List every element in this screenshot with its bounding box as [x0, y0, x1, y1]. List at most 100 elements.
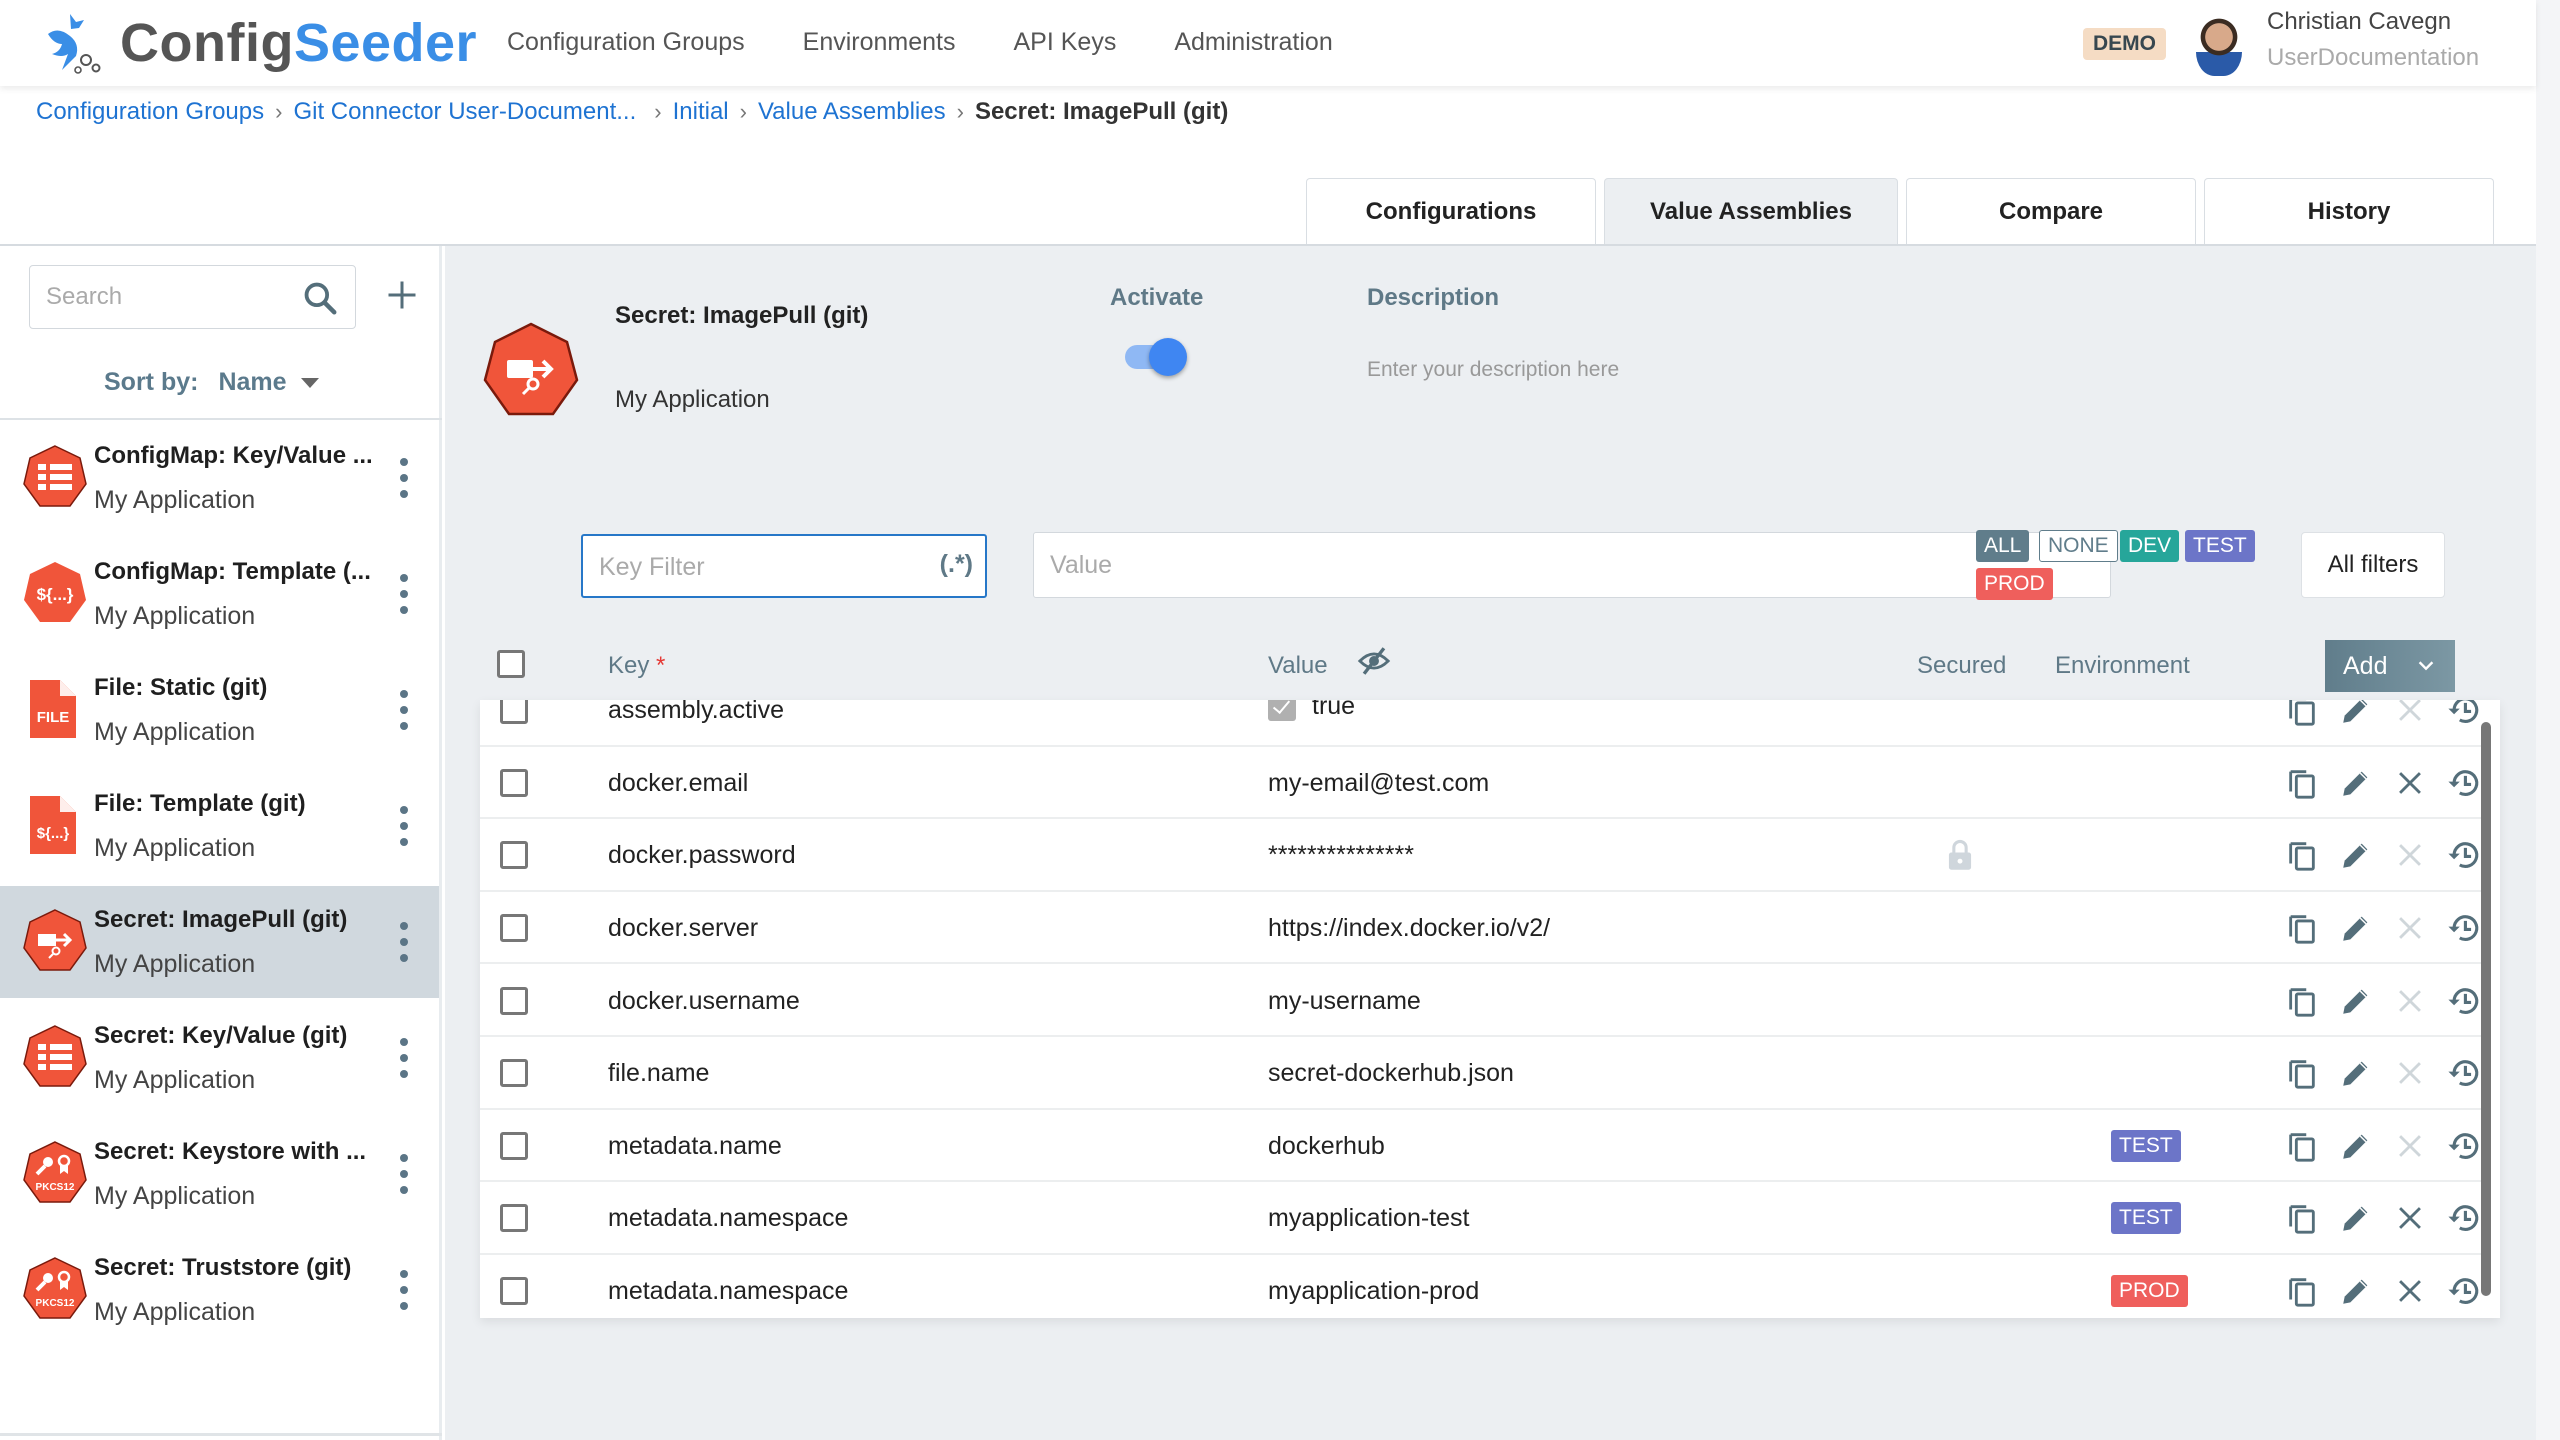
history-icon[interactable]	[2447, 838, 2481, 872]
activate-toggle[interactable]	[1125, 338, 1187, 376]
edit-icon[interactable]	[2339, 911, 2373, 945]
sidebar-item[interactable]: ${...} ConfigMap: Template (... My Applica…	[0, 538, 439, 650]
env-chip-none[interactable]: NONE	[2039, 530, 2118, 562]
table-row[interactable]: docker.password ***************	[480, 819, 2490, 892]
more-options-icon[interactable]	[396, 1038, 412, 1078]
eye-off-icon[interactable]	[1357, 644, 1391, 678]
table-row[interactable]: metadata.namespace myapplication-test TEST	[480, 1182, 2490, 1255]
edit-icon[interactable]	[2339, 766, 2373, 800]
sidebar-item[interactable]: PKCS12 Secret: Keystore with ... My Applic…	[0, 1118, 439, 1230]
chevron-down-icon[interactable]	[2415, 654, 2437, 676]
row-checkbox[interactable]	[500, 700, 528, 725]
tab-value-assemblies[interactable]: Value Assemblies	[1604, 178, 1898, 244]
history-icon[interactable]	[2447, 1056, 2481, 1090]
edit-icon[interactable]	[2339, 838, 2373, 872]
more-options-icon[interactable]	[396, 806, 412, 846]
row-checkbox[interactable]	[500, 768, 528, 797]
env-chip-prod[interactable]: PROD	[1976, 568, 2053, 600]
history-icon[interactable]	[2447, 1129, 2481, 1163]
logo[interactable]: ConfigSeeder	[40, 10, 477, 76]
delete-icon[interactable]	[2393, 1201, 2427, 1235]
column-header-value[interactable]: Value	[1268, 652, 1328, 680]
regex-toggle-button[interactable]: (.*)	[940, 550, 973, 579]
avatar[interactable]	[2196, 16, 2242, 76]
table-row[interactable]: docker.email my-email@test.com	[480, 747, 2490, 820]
add-button[interactable]: Add	[2325, 640, 2455, 692]
tab-configurations[interactable]: Configurations	[1306, 178, 1596, 244]
env-chip-all[interactable]: ALL	[1976, 530, 2030, 562]
table-row[interactable]: file.name secret-dockerhub.json	[480, 1037, 2490, 1110]
copy-icon[interactable]	[2285, 1274, 2319, 1308]
caret-down-icon[interactable]	[300, 377, 319, 388]
edit-icon[interactable]	[2339, 984, 2373, 1018]
row-checkbox[interactable]	[500, 1131, 528, 1160]
more-options-icon[interactable]	[396, 1270, 412, 1310]
user-name[interactable]: Christian Cavegn	[2267, 8, 2451, 36]
search-icon[interactable]	[301, 279, 339, 317]
nav-environments[interactable]: Environments	[803, 28, 956, 57]
copy-icon[interactable]	[2285, 1129, 2319, 1163]
table-row[interactable]: metadata.name dockerhub TEST	[480, 1110, 2490, 1183]
sidebar-item[interactable]: Secret: ImagePull (git) My Application	[0, 886, 439, 998]
table-row[interactable]: docker.username my-username	[480, 964, 2490, 1037]
history-icon[interactable]	[2447, 766, 2481, 800]
nav-api-keys[interactable]: API Keys	[1014, 28, 1117, 57]
copy-icon[interactable]	[2285, 766, 2319, 800]
edit-icon[interactable]	[2339, 1129, 2373, 1163]
search-input[interactable]	[46, 280, 286, 314]
more-options-icon[interactable]	[396, 1154, 412, 1194]
row-checkbox[interactable]	[500, 1059, 528, 1088]
history-icon[interactable]	[2447, 1201, 2481, 1235]
table-scrollbar[interactable]	[2481, 722, 2491, 1296]
edit-icon[interactable]	[2339, 1201, 2373, 1235]
boolean-checkbox[interactable]	[1268, 700, 1296, 721]
nav-administration[interactable]: Administration	[1174, 28, 1332, 57]
sidebar-item[interactable]: FILE File: Static (git) My Application	[0, 654, 439, 766]
tab-history[interactable]: History	[2204, 178, 2494, 244]
sort-value[interactable]: Name	[218, 368, 286, 397]
delete-icon[interactable]	[2393, 766, 2427, 800]
copy-icon[interactable]	[2285, 984, 2319, 1018]
copy-icon[interactable]	[2285, 1056, 2319, 1090]
sidebar-item[interactable]: Secret: Key/Value (git) My Application	[0, 1002, 439, 1114]
add-icon[interactable]	[384, 277, 420, 313]
row-checkbox[interactable]	[500, 841, 528, 870]
sort-control[interactable]: Sort by: Name	[104, 368, 319, 397]
breadcrumb-configuration-groups[interactable]: Configuration Groups	[36, 98, 264, 126]
table-row[interactable]: docker.server https://index.docker.io/v2/	[480, 892, 2490, 965]
row-checkbox[interactable]	[500, 986, 528, 1015]
env-chip-dev[interactable]: DEV	[2120, 530, 2180, 562]
breadcrumb-group[interactable]: Git Connector User-Document...	[293, 98, 636, 126]
sidebar-item[interactable]: ${...} File: Template (git) My Application	[0, 770, 439, 882]
sidebar-item[interactable]: PKCS12 Secret: Truststore (git) My Applica…	[0, 1234, 439, 1346]
select-all-checkbox[interactable]	[497, 650, 525, 678]
history-icon[interactable]	[2447, 700, 2481, 727]
column-header-environment[interactable]: Environment	[2055, 652, 2190, 680]
history-icon[interactable]	[2447, 911, 2481, 945]
history-icon[interactable]	[2447, 984, 2481, 1018]
row-checkbox[interactable]	[500, 914, 528, 943]
history-icon[interactable]	[2447, 1274, 2481, 1308]
breadcrumb-version[interactable]: Initial	[673, 98, 729, 126]
edit-icon[interactable]	[2339, 1056, 2373, 1090]
more-options-icon[interactable]	[396, 922, 412, 962]
delete-icon[interactable]	[2393, 1274, 2427, 1308]
table-row[interactable]: metadata.namespace myapplication-prod PROD	[480, 1255, 2490, 1318]
more-options-icon[interactable]	[396, 458, 412, 498]
copy-icon[interactable]	[2285, 700, 2319, 727]
row-checkbox[interactable]	[500, 1204, 528, 1233]
more-options-icon[interactable]	[396, 690, 412, 730]
tab-compare[interactable]: Compare	[1906, 178, 2196, 244]
nav-configuration-groups[interactable]: Configuration Groups	[507, 28, 745, 57]
row-checkbox[interactable]	[500, 1277, 528, 1306]
table-row[interactable]: assembly.active true	[480, 700, 2490, 747]
copy-icon[interactable]	[2285, 1201, 2319, 1235]
description-input[interactable]	[1367, 358, 1867, 382]
sidebar-item[interactable]: ConfigMap: Key/Value ... My Application	[0, 422, 439, 534]
edit-icon[interactable]	[2339, 700, 2373, 727]
copy-icon[interactable]	[2285, 838, 2319, 872]
breadcrumb-value-assemblies[interactable]: Value Assemblies	[758, 98, 946, 126]
more-options-icon[interactable]	[396, 574, 412, 614]
edit-icon[interactable]	[2339, 1274, 2373, 1308]
value-filter-input[interactable]	[1050, 547, 2050, 583]
